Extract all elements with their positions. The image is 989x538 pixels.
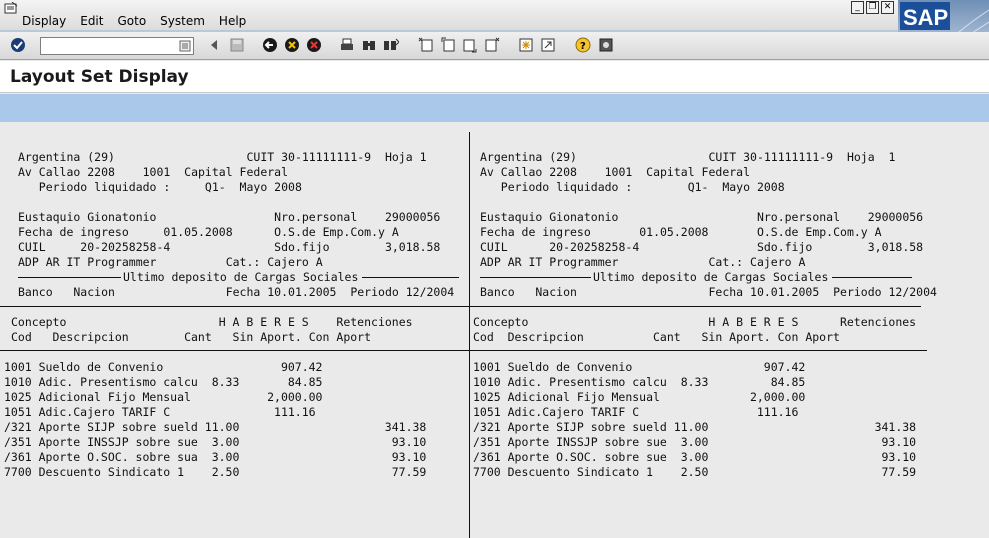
save-icon[interactable] <box>229 37 245 53</box>
table-top-rule <box>469 306 921 307</box>
table-row: 1010 Adic. Presentismo calcu 8.33 84.85 <box>4 375 323 389</box>
section-rule <box>480 277 591 278</box>
command-input[interactable] <box>41 41 175 58</box>
header-line: Fecha de ingreso 01.05.2008 O.S.de Emp.C… <box>18 225 399 239</box>
column-header: Concepto H A B E R E S Retenciones <box>473 315 917 329</box>
sap-logo-text: SAP <box>903 5 948 30</box>
header-line: Eustaquio Gionatonio Nro.personal 290000… <box>18 210 441 224</box>
section-title: Ultimo deposito de Cargas Sociales <box>593 270 829 284</box>
header-line: Fecha de ingreso 01.05.2008 O.S.de Emp.C… <box>480 225 882 239</box>
table-row: /321 Aporte SIJP sobre sueld 11.00 341.3… <box>473 420 917 434</box>
bank-line: Banco Nacion Fecha 10.01.2005 Periodo 12… <box>18 285 455 299</box>
header-line: CUIL 20-20258258-4 Sdo.fijo 3,018.58 <box>18 240 441 254</box>
create-session-icon[interactable] <box>518 37 534 53</box>
table-header-rule <box>0 350 469 351</box>
svg-text:?: ? <box>580 41 586 52</box>
layout-menu-icon[interactable] <box>598 37 614 53</box>
enter-icon[interactable] <box>10 37 26 53</box>
menu-bar: Display Edit Goto System Help _ ❐ ✕ <box>0 0 989 32</box>
command-history-icon[interactable] <box>179 40 191 52</box>
table-row: 1001 Sueldo de Convenio 907.42 <box>473 360 806 374</box>
form-divider <box>469 132 470 538</box>
standard-toolbar: ? <box>0 32 989 60</box>
application-toolbar <box>0 94 989 122</box>
menu-system[interactable]: System <box>160 14 205 28</box>
header-line: Periodo liquidado : Q1- Mayo 2008 <box>480 180 785 194</box>
previous-page-icon[interactable] <box>440 37 456 53</box>
menu-display[interactable]: Display <box>22 14 66 28</box>
section-rule <box>18 277 121 278</box>
section-rule <box>362 277 459 278</box>
table-row: 1001 Sueldo de Convenio 907.42 <box>4 360 323 374</box>
section-rule <box>832 277 912 278</box>
table-row: /361 Aporte O.SOC. sobre sue 3.00 93.10 <box>473 450 917 464</box>
table-row: /351 Aporte INSSJP sobre sue 3.00 93.10 <box>4 435 427 449</box>
first-page-icon[interactable] <box>418 37 434 53</box>
table-row: 1051 Adic.Cajero TARIF C 111.16 <box>4 405 316 419</box>
back-icon[interactable] <box>206 37 222 53</box>
table-row: 7700 Descuento Sindicato 1 2.50 77.59 <box>4 465 427 479</box>
table-row: 1010 Adic. Presentismo calcu 8.33 84.85 <box>473 375 806 389</box>
bank-line: Banco Nacion Fecha 10.01.2005 Periodo 12… <box>480 285 937 299</box>
header-line: Argentina (29) CUIT 30-11111111-9 Hoja 1 <box>18 150 427 164</box>
section-title: Ultimo deposito de Cargas Sociales <box>123 270 359 284</box>
back-arrow-icon[interactable] <box>262 37 278 53</box>
close-button[interactable]: ✕ <box>881 1 894 14</box>
next-page-icon[interactable] <box>462 37 478 53</box>
exit-icon[interactable] <box>284 37 300 53</box>
header-line: Argentina (29) CUIT 30-11111111-9 Hoja 1 <box>480 150 896 164</box>
header-line: Periodo liquidado : Q1- Mayo 2008 <box>18 180 302 194</box>
menu-edit[interactable]: Edit <box>80 14 103 28</box>
column-header: Cod Descripcion Cant Sin Aport. Con Apor… <box>11 330 372 344</box>
layout-set-content: Argentina (29) CUIT 30-11111111-9 Hoja 1… <box>0 122 989 538</box>
header-line: Av Callao 2208 1001 Capital Federal <box>480 165 751 179</box>
find-next-icon[interactable] <box>383 37 399 53</box>
table-header-rule <box>469 350 927 351</box>
column-header: Concepto H A B E R E S Retenciones <box>11 315 413 329</box>
table-row: /321 Aporte SIJP sobre sueld 11.00 341.3… <box>4 420 427 434</box>
shortcut-icon[interactable] <box>540 37 556 53</box>
minimize-button[interactable]: _ <box>851 1 864 14</box>
table-row: /361 Aporte O.SOC. sobre sua 3.00 93.10 <box>4 450 427 464</box>
print-icon[interactable] <box>339 37 355 53</box>
table-top-rule <box>0 306 469 307</box>
restore-button[interactable]: ❐ <box>866 1 879 14</box>
menu-goto[interactable]: Goto <box>117 14 146 28</box>
help-icon[interactable]: ? <box>575 37 591 53</box>
menu-help[interactable]: Help <box>219 14 246 28</box>
column-header: Cod Descripcion Cant Sin Aport. Con Apor… <box>473 330 840 344</box>
table-row: 1051 Adic.Cajero TARIF C 111.16 <box>473 405 799 419</box>
command-field[interactable] <box>40 37 194 58</box>
header-line: Av Callao 2208 1001 Capital Federal <box>18 165 289 179</box>
table-row: 1025 Adicional Fijo Mensual 2,000.00 <box>473 390 806 404</box>
last-page-icon[interactable] <box>484 37 500 53</box>
cancel-icon[interactable] <box>306 37 322 53</box>
table-row: 7700 Descuento Sindicato 1 2.50 77.59 <box>473 465 917 479</box>
app-menu-icon[interactable] <box>4 2 18 14</box>
table-row: 1025 Adicional Fijo Mensual 2,000.00 <box>4 390 323 404</box>
table-row: /351 Aporte INSSJP sobre sue 3.00 93.10 <box>473 435 917 449</box>
header-line: Eustaquio Gionatonio Nro.personal 290000… <box>480 210 924 224</box>
page-title: Layout Set Display <box>10 67 189 87</box>
header-line: CUIL 20-20258258-4 Sdo.fijo 3,018.58 <box>480 240 924 254</box>
header-line: ADP AR IT Programmer Cat.: Cajero A <box>18 255 323 269</box>
find-icon[interactable] <box>361 37 377 53</box>
header-line: ADP AR IT Programmer Cat.: Cajero A <box>480 255 806 269</box>
title-bar: Layout Set Display <box>0 61 989 93</box>
